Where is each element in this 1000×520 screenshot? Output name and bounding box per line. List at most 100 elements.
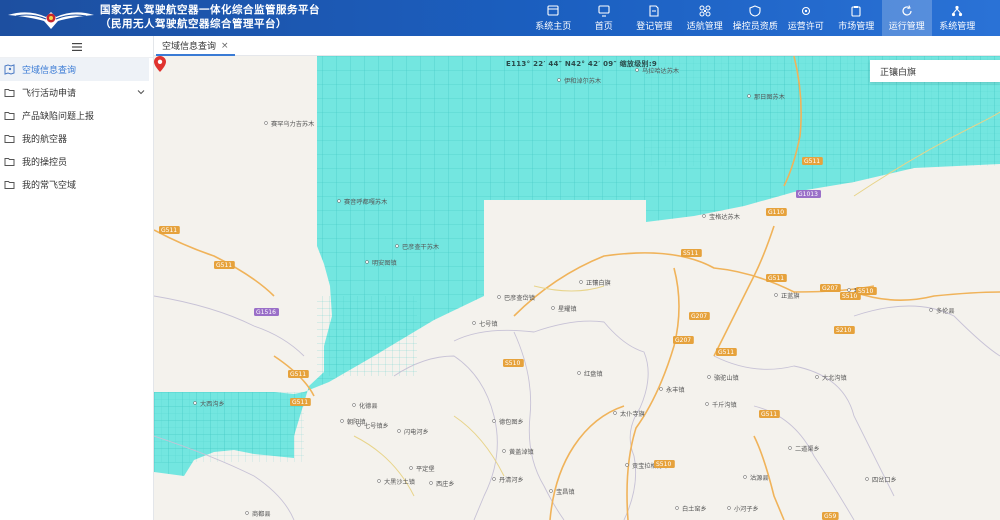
sidebar-item-1[interactable]: 飞行活动申请	[0, 81, 153, 104]
place-label: 明安图镇	[372, 259, 397, 267]
place-dot	[429, 481, 433, 485]
sidebar: 空域信息查询 飞行活动申请 产品缺陷问题上报 我的航空器 我的操控员 我的常飞空…	[0, 36, 154, 520]
place-label: 大黑沙土镇	[384, 478, 415, 486]
window-icon	[547, 4, 559, 16]
place-label: 赛音呼都嘎苏木	[344, 198, 387, 206]
location-pin-icon[interactable]	[154, 56, 166, 72]
place-label: 巴彦查岱镇	[504, 294, 535, 302]
menu-toggle-button[interactable]	[0, 36, 153, 58]
road-shield: G110	[766, 208, 787, 216]
nav-item-1[interactable]: 首页	[579, 0, 630, 36]
svg-text:G59: G59	[824, 513, 836, 520]
place-dot	[264, 121, 268, 125]
place-dot	[675, 506, 679, 510]
place-label: 永丰镇	[666, 386, 685, 394]
svg-text:G511: G511	[292, 399, 308, 406]
nav-item-2[interactable]: 登记管理	[629, 0, 680, 36]
svg-text:S210: S210	[836, 327, 851, 334]
place-dot	[377, 479, 381, 483]
drone-icon	[699, 5, 711, 16]
place-dot	[743, 475, 747, 479]
platform-title: 国家无人驾驶航空器一体化综合监管服务平台 （民用无人驾驶航空器综合管理平台）	[100, 3, 320, 31]
nav-label: 运行管理	[888, 21, 925, 32]
place-dot	[707, 375, 711, 379]
map-canvas[interactable]: 伊和淖尔苏木乌拉哈达苏木那日图苏木赛罕乌力吉苏木赛音呼都嘎苏木巴彦查干苏木宝格达…	[154, 56, 1000, 520]
place-dot	[357, 423, 361, 427]
coordinate-readout: E113° 22′ 44″ N42° 42′ 09″ 缩放级别:9	[506, 60, 658, 68]
svg-text:G511: G511	[761, 411, 777, 418]
place-dot	[774, 293, 778, 297]
place-label: 宝昌镇	[556, 488, 575, 496]
region-search-box[interactable]: 正镶白旗	[870, 60, 1000, 82]
place-dot	[579, 280, 583, 284]
nav-label: 运营许可	[787, 21, 824, 32]
gear-icon	[801, 6, 810, 15]
chevron-down-icon[interactable]	[137, 88, 145, 96]
svg-text:G110: G110	[768, 209, 784, 216]
place-label: 大西沟乡	[200, 400, 225, 408]
nav-item-3[interactable]: 适航管理	[680, 0, 731, 36]
network-icon	[952, 5, 963, 16]
map-view[interactable]: 伊和淖尔苏木 乌拉哈达苏木 那日图苏木 赛罕乌力吉苏木 赛音呼都嘎苏木 巴彦查干苏木 宝格达…	[154, 56, 1000, 520]
sidebar-item-label: 飞行活动申请	[22, 89, 77, 99]
sidebar-item-3[interactable]: 我的航空器	[0, 127, 153, 150]
place-dot	[193, 401, 197, 405]
top-nav: 系统主页 首页 登记管理 适航管理 操控员资质 运营许可 市场管理 运行管理 系…	[528, 0, 983, 36]
nav-label: 适航管理	[686, 21, 723, 32]
platform-title-line1: 国家无人驾驶航空器一体化综合监管服务平台	[100, 4, 320, 16]
road-shield: G59	[822, 512, 839, 520]
nav-item-8[interactable]: 系统管理	[932, 0, 983, 36]
place-label: 德包图乡	[499, 418, 524, 426]
place-dot	[727, 506, 731, 510]
place-dot	[497, 295, 501, 299]
place-label: 朝阳镇	[347, 418, 366, 426]
road-shield: G1516	[254, 308, 279, 316]
shield-icon	[749, 4, 761, 17]
place-label: 多伦县	[936, 307, 955, 315]
road-shield: G511	[802, 157, 823, 165]
place-label: 黄盖淖镇	[509, 448, 534, 456]
nav-item-7[interactable]: 运行管理	[881, 0, 932, 36]
svg-text:G511: G511	[216, 262, 232, 269]
sidebar-item-4[interactable]: 我的操控员	[0, 150, 153, 173]
nav-label: 系统管理	[939, 21, 976, 32]
place-label: 平定堡	[416, 465, 435, 473]
nav-item-0[interactable]: 系统主页	[528, 0, 579, 36]
place-label: 宝格达苏木	[709, 213, 740, 221]
top-header: 国家无人驾驶航空器一体化综合监管服务平台 （民用无人驾驶航空器综合管理平台） 系…	[0, 0, 1000, 36]
place-dot	[352, 403, 356, 407]
svg-text:G207: G207	[675, 337, 691, 344]
place-label: 星耀镇	[558, 305, 577, 313]
sidebar-item-2[interactable]: 产品缺陷问题上报	[0, 104, 153, 127]
tab-airspace-query[interactable]: 空域信息查询 ×	[156, 37, 235, 56]
svg-text:G511: G511	[768, 275, 784, 282]
nav-item-6[interactable]: 市场管理	[831, 0, 882, 36]
svg-text:S510: S510	[505, 360, 520, 367]
svg-text:G207: G207	[691, 313, 707, 320]
place-dot	[702, 214, 706, 218]
place-label: 丹清河乡	[499, 476, 524, 484]
folder-icon	[4, 181, 15, 189]
svg-text:G207: G207	[822, 285, 838, 292]
sidebar-item-5[interactable]: 我的常飞空域	[0, 173, 153, 196]
place-label: 七号镇乡	[364, 422, 389, 430]
sidebar-item-0[interactable]: 空域信息查询	[0, 58, 149, 81]
place-label: 七号镇	[479, 320, 498, 328]
monitor-icon	[598, 4, 610, 17]
road-shield: G1013	[796, 190, 821, 198]
place-dot	[492, 419, 496, 423]
sidebar-menu: 空域信息查询 飞行活动申请 产品缺陷问题上报 我的航空器 我的操控员 我的常飞空…	[0, 58, 153, 196]
road-shield: G511	[214, 261, 235, 269]
nav-item-5[interactable]: 运营许可	[781, 0, 832, 36]
place-dot	[340, 419, 344, 423]
sidebar-item-label: 我的操控员	[22, 158, 68, 168]
svg-text:G511: G511	[290, 371, 306, 378]
road-shield: G511	[716, 348, 737, 356]
place-dot	[865, 477, 869, 481]
place-dot	[549, 489, 553, 493]
place-dot	[557, 78, 561, 82]
road-shield: S210	[834, 326, 855, 334]
tab-close-icon[interactable]: ×	[221, 41, 229, 51]
place-label: 巴彦查干苏木	[402, 243, 439, 251]
nav-item-4[interactable]: 操控员资质	[730, 0, 781, 36]
